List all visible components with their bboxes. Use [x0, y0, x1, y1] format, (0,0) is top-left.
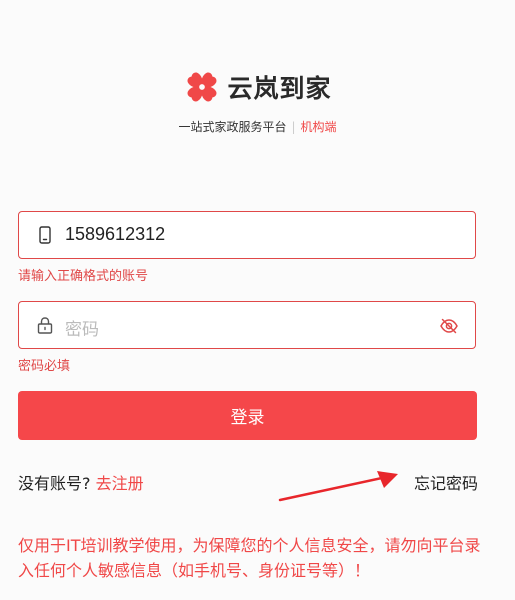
security-notice: 仅用于IT培训教学使用，为保障您的个人信息安全，请勿向平台录入任何个人敏感信息（… — [18, 536, 481, 580]
forgot-password-link[interactable]: 忘记密码 — [414, 470, 478, 494]
tagline: 一站式家政服务平台 | 机构端 — [0, 118, 515, 135]
eye-off-icon[interactable] — [439, 316, 459, 336]
phone-field[interactable]: 1589612312 — [18, 211, 476, 259]
logo-flower-icon — [187, 72, 217, 102]
no-account-row: 没有账号? 去注册 — [18, 470, 144, 494]
role-label: 机构端 — [300, 120, 337, 134]
tagline-text: 一站式家政服务平台 — [178, 120, 287, 134]
logo: 云岚到家 — [0, 66, 515, 108]
no-account-text: 没有账号? — [18, 474, 91, 493]
phone-icon — [39, 226, 51, 244]
password-error: 密码必填 — [18, 359, 71, 374]
annotation-arrow-icon — [278, 471, 398, 502]
phone-value: 1589612312 — [65, 224, 166, 244]
lock-icon — [37, 317, 53, 334]
login-button[interactable]: 登录 — [18, 391, 477, 440]
register-link[interactable]: 去注册 — [96, 474, 144, 493]
tagline-divider: | — [291, 120, 296, 134]
password-placeholder: 密码 — [65, 320, 99, 340]
brand-name: 云岚到家 — [227, 74, 332, 103]
password-field[interactable]: 密码 — [18, 301, 476, 349]
phone-error: 请输入正确格式的账号 — [18, 269, 149, 284]
